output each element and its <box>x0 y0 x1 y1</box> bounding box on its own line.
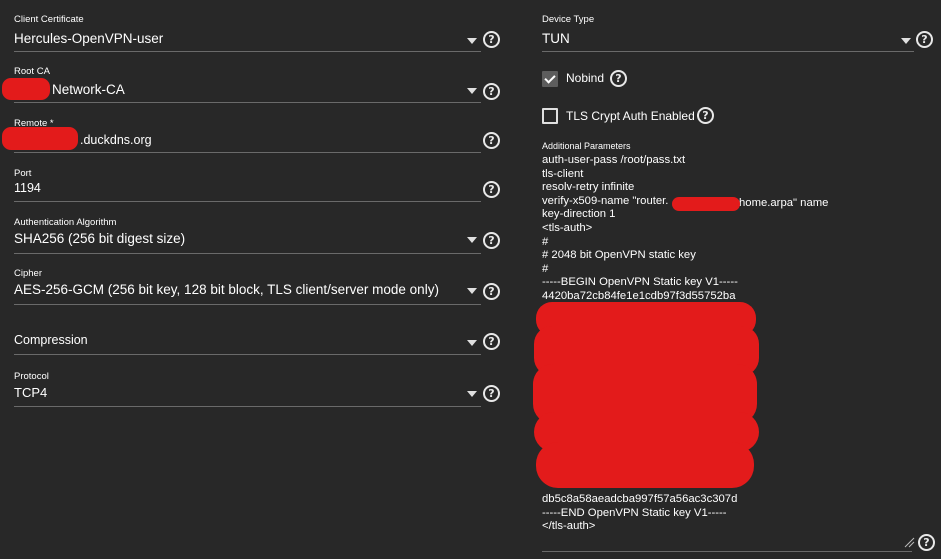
device-type-select[interactable]: Device Type TUN ? <box>542 14 941 54</box>
remote-value: .duckdns.org <box>80 133 152 147</box>
port-underline <box>14 201 481 202</box>
param-line: <tls-auth> <box>542 222 593 234</box>
help-icon[interactable]: ? <box>483 232 500 249</box>
help-icon[interactable]: ? <box>916 31 933 48</box>
param-line: -----BEGIN OpenVPN Static key V1----- <box>542 276 738 289</box>
cipher-value: AES-256-GCM (256 bit key, 128 bit block,… <box>14 282 439 297</box>
chevron-down-icon[interactable] <box>467 38 477 44</box>
remote-underline <box>14 152 481 153</box>
client-certificate-underline <box>14 51 481 52</box>
client-certificate-value: Hercules-OpenVPN-user <box>14 31 164 46</box>
additional-parameters-textarea[interactable]: auth-user-pass /root/pass.txt tls-client r… <box>533 154 937 552</box>
tls-crypt-auth-checkbox[interactable] <box>542 108 558 124</box>
protocol-underline <box>14 406 481 407</box>
cipher-label: Cipher <box>14 268 42 279</box>
auth-algorithm-value: SHA256 (256 bit digest size) <box>14 231 186 246</box>
auth-algorithm-underline <box>14 253 481 254</box>
redaction-mark <box>672 197 740 211</box>
auth-algorithm-label: Authentication Algorithm <box>14 217 117 228</box>
protocol-select[interactable]: Protocol TCP4 ? <box>14 371 504 411</box>
help-icon[interactable]: ? <box>483 333 500 350</box>
device-type-value: TUN <box>542 31 570 46</box>
chevron-down-icon[interactable] <box>467 288 477 294</box>
help-icon[interactable]: ? <box>483 31 500 48</box>
client-certificate-label: Client Certificate <box>14 14 84 25</box>
help-icon[interactable]: ? <box>610 70 627 87</box>
help-icon[interactable]: ? <box>483 132 500 149</box>
tls-crypt-auth-label: TLS Crypt Auth Enabled <box>566 109 695 123</box>
device-type-underline <box>542 51 914 52</box>
chevron-down-icon[interactable] <box>467 340 477 346</box>
cipher-select[interactable]: Cipher AES-256-GCM (256 bit key, 128 bit… <box>14 268 504 308</box>
resize-grip-icon[interactable] <box>903 536 915 548</box>
param-line: key-direction 1 <box>542 208 616 221</box>
redaction-mark <box>2 127 78 150</box>
protocol-label: Protocol <box>14 371 49 382</box>
root-ca-value: Network-CA <box>52 82 125 97</box>
client-certificate-select[interactable]: Client Certificate Hercules-OpenVPN-user… <box>14 14 504 54</box>
help-icon[interactable]: ? <box>697 107 714 124</box>
help-icon[interactable]: ? <box>483 83 500 100</box>
root-ca-select[interactable]: Root CA Network-CA ? <box>2 66 504 106</box>
chevron-down-icon[interactable] <box>467 391 477 397</box>
param-line: -----END OpenVPN Static key V1----- <box>542 506 727 519</box>
compression-underline <box>14 354 481 355</box>
protocol-value: TCP4 <box>14 385 48 400</box>
help-icon[interactable]: ? <box>483 385 500 402</box>
port-input[interactable]: Port 1194 ? <box>14 168 504 208</box>
help-icon[interactable]: ? <box>483 181 500 198</box>
root-ca-underline <box>14 102 481 103</box>
device-type-label: Device Type <box>542 14 595 25</box>
help-icon[interactable]: ? <box>483 283 500 300</box>
port-label: Port <box>14 168 32 179</box>
root-ca-label: Root CA <box>14 66 50 77</box>
compression-select[interactable]: Compression ? <box>14 320 504 360</box>
port-value: 1194 <box>14 181 41 195</box>
param-line: tls-client <box>542 167 584 180</box>
param-line: # 2048 bit OpenVPN static key <box>542 249 696 262</box>
param-line: </tls-auth> <box>542 520 596 533</box>
nobind-checkbox[interactable] <box>542 71 558 87</box>
param-line: auth-user-pass /root/pass.txt <box>542 154 686 166</box>
param-line: verify-x509-name "router. <box>542 194 669 207</box>
param-line: resolv-retry infinite <box>542 181 635 194</box>
additional-parameters-label: Additional Parameters <box>542 141 631 151</box>
param-line: db5c8a58aeadcba997f57a56ac3c307d <box>542 493 738 505</box>
redaction-mark <box>536 442 754 488</box>
chevron-down-icon[interactable] <box>901 38 911 44</box>
auth-algorithm-select[interactable]: Authentication Algorithm SHA256 (256 bit… <box>14 217 504 257</box>
additional-parameters-underline <box>542 551 912 552</box>
chevron-down-icon[interactable] <box>467 88 477 94</box>
redaction-mark <box>2 78 50 100</box>
nobind-label: Nobind <box>566 71 605 85</box>
compression-label: Compression <box>14 333 88 347</box>
remote-input[interactable]: Remote * .duckdns.org ? <box>2 118 504 158</box>
help-icon[interactable]: ? <box>918 534 935 551</box>
param-line: # <box>542 235 549 248</box>
param-line: # <box>542 262 549 275</box>
chevron-down-icon[interactable] <box>467 237 477 243</box>
verify-line-suffix: home.arpa" name <box>739 197 829 209</box>
cipher-underline <box>14 304 481 305</box>
